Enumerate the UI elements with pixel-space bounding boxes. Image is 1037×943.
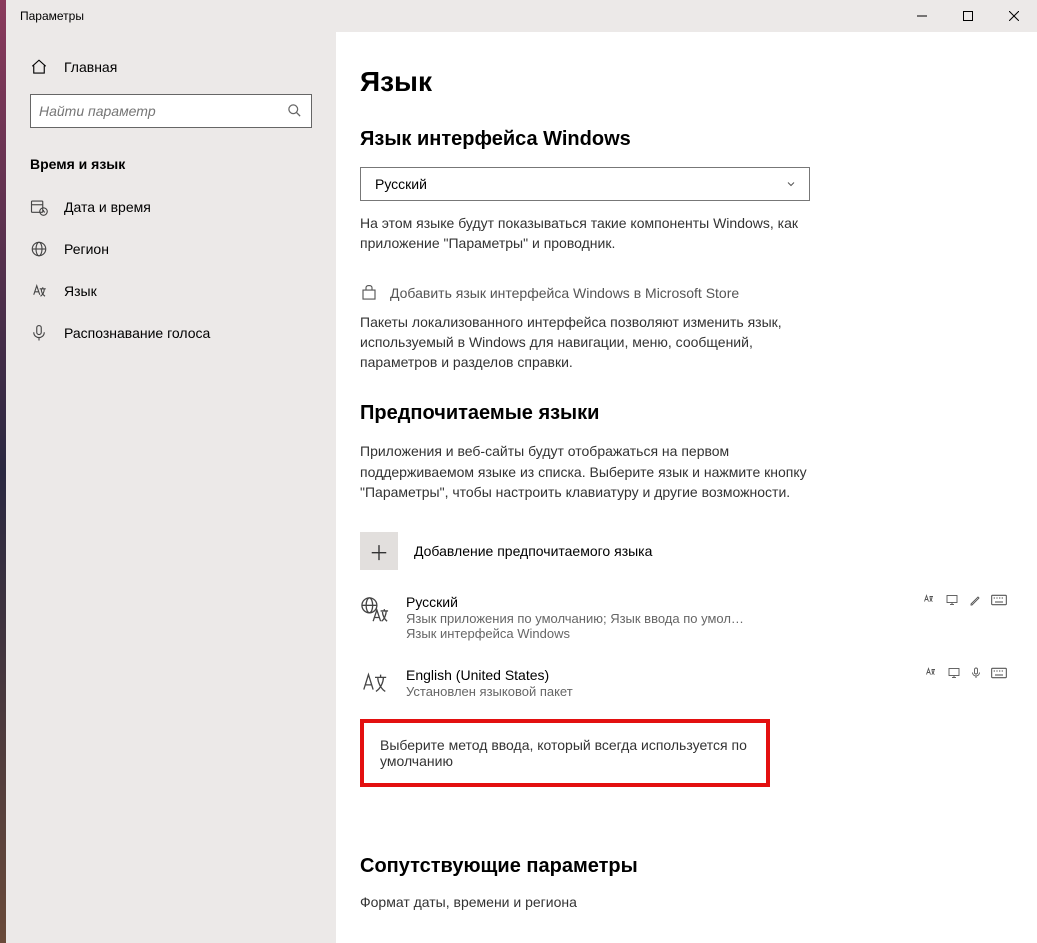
preferred-languages-heading: Предпочитаемые языки	[360, 402, 1013, 425]
sidebar-item-region[interactable]: Регион	[6, 228, 336, 270]
store-icon	[360, 284, 378, 302]
language-item-russian[interactable]: Русский Язык приложения по умолчанию; Яз…	[360, 588, 1013, 647]
sidebar-item-speech[interactable]: Распознавание голоса	[6, 312, 336, 354]
sidebar-item-label: Язык	[64, 283, 97, 299]
default-input-method-link[interactable]: Выберите метод ввода, который всегда исп…	[380, 737, 750, 769]
language-name: English (United States)	[406, 667, 549, 683]
sidebar-item-label: Распознавание голоса	[64, 325, 210, 341]
display-icon	[947, 667, 961, 679]
keyboard-icon	[991, 667, 1007, 679]
sidebar-section-title: Время и язык	[6, 148, 336, 186]
home-icon	[30, 58, 48, 76]
language-icon	[30, 282, 48, 300]
language-feature-icons	[924, 667, 1013, 679]
titlebar: Параметры	[6, 0, 1037, 32]
page-title: Язык	[360, 66, 1013, 98]
window-title: Параметры	[20, 9, 84, 23]
display-icon	[945, 594, 959, 606]
sidebar-home-label: Главная	[64, 59, 117, 75]
microphone-icon	[30, 324, 48, 342]
language-subtitle2: Язык интерфейса Windows	[406, 626, 1013, 641]
globe-icon	[30, 240, 48, 258]
add-language-label: Добавление предпочитаемого языка	[414, 543, 652, 559]
sidebar-item-language[interactable]: Язык	[6, 270, 336, 312]
minimize-button[interactable]	[899, 0, 945, 32]
search-field[interactable]	[39, 103, 287, 119]
language-glyph-icon	[360, 596, 392, 626]
sidebar-item-date-time[interactable]: Дата и время	[6, 186, 336, 228]
preferred-languages-description: Приложения и веб-сайты будут отображатьс…	[360, 441, 820, 502]
add-language-button[interactable]: ＋ Добавление предпочитаемого языка	[360, 532, 1013, 570]
related-link-date-format[interactable]: Формат даты, времени и региона	[360, 894, 1013, 910]
handwriting-icon	[968, 594, 982, 606]
language-name: Русский	[406, 594, 458, 610]
search-icon	[287, 103, 303, 119]
language-subtitle: Установлен языковой пакет	[406, 684, 806, 699]
close-button[interactable]	[991, 0, 1037, 32]
language-subtitle: Язык приложения по умолчанию; Язык ввода…	[406, 611, 806, 626]
sidebar-item-label: Регион	[64, 241, 109, 257]
tts-icon	[924, 667, 938, 679]
language-item-english[interactable]: English (United States) Установлен языко…	[360, 661, 1013, 705]
chevron-down-icon	[785, 178, 797, 190]
display-language-description: На этом языке будут показываться такие к…	[360, 213, 820, 254]
store-description: Пакеты локализованного интерфейса позвол…	[360, 312, 820, 373]
calendar-clock-icon	[30, 198, 48, 216]
plus-icon: ＋	[360, 532, 398, 570]
tts-icon	[922, 594, 936, 606]
default-input-method-link-highlight: Выберите метод ввода, который всегда исп…	[360, 719, 770, 787]
search-input[interactable]	[30, 94, 312, 128]
display-language-dropdown[interactable]: Русский	[360, 167, 810, 201]
dropdown-selected: Русский	[375, 176, 427, 192]
sidebar-home[interactable]: Главная	[6, 48, 336, 86]
maximize-button[interactable]	[945, 0, 991, 32]
store-link-label: Добавить язык интерфейса Windows в Micro…	[390, 285, 739, 301]
keyboard-icon	[991, 594, 1007, 606]
display-language-heading: Язык интерфейса Windows	[360, 128, 1013, 151]
store-link[interactable]: Добавить язык интерфейса Windows в Micro…	[360, 284, 1013, 302]
language-glyph-icon	[360, 669, 392, 699]
related-settings-heading: Сопутствующие параметры	[360, 855, 1013, 878]
language-feature-icons	[922, 594, 1013, 606]
main-content: Язык Язык интерфейса Windows Русский На …	[336, 32, 1037, 943]
sidebar: Главная Время и язык Дата и время Ре	[6, 32, 336, 943]
speech-icon	[970, 667, 982, 679]
sidebar-item-label: Дата и время	[64, 199, 151, 215]
